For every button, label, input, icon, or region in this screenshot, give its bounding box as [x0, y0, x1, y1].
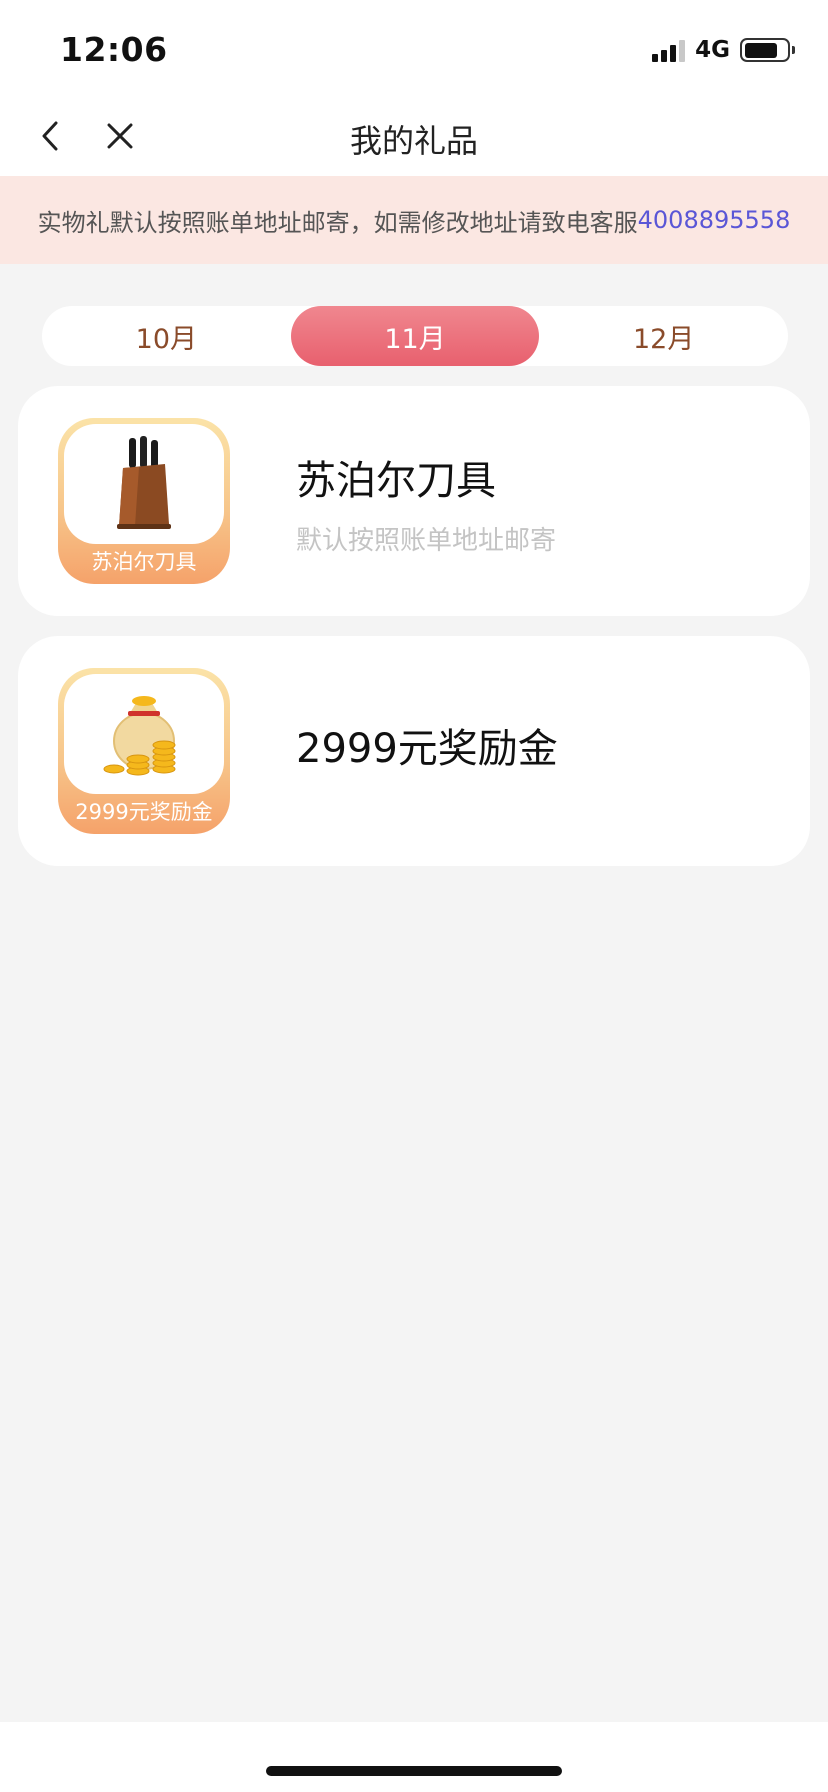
gift-name: 苏泊尔刀具 — [296, 458, 496, 504]
status-bar: 12:06 4G — [0, 0, 828, 96]
battery-icon — [740, 38, 795, 62]
gift-thumbnail: 苏泊尔刀具 — [58, 418, 230, 584]
gift-thumb-label: 苏泊尔刀具 — [91, 550, 197, 574]
tab-october[interactable]: 10月 — [42, 306, 291, 366]
coin-bag-icon — [103, 696, 176, 776]
gift-card[interactable]: 2999元奖励金 2999元奖励金 — [18, 636, 810, 866]
tab-november[interactable]: 11月 — [290, 306, 540, 366]
knife-set-icon — [117, 436, 171, 529]
gift-card[interactable]: 苏泊尔刀具 苏泊尔刀具 默认按照账单地址邮寄 — [18, 386, 810, 616]
tab-december[interactable]: 12月 — [539, 306, 788, 366]
month-tabs: 10月 11月 12月 — [42, 306, 788, 366]
shipping-notice: 实物礼默认按照账单地址邮寄，如需修改地址请致电客服 4008895558 — [0, 176, 828, 264]
gift-shipping-note: 默认按照账单地址邮寄 — [296, 526, 557, 556]
network-type: 4G — [695, 37, 730, 63]
status-time: 12:06 — [60, 30, 168, 69]
notice-text: 实物礼默认按照账单地址邮寄，如需修改地址请致电客服 — [37, 208, 638, 237]
gift-thumb-label: 2999元奖励金 — [75, 800, 213, 824]
service-phone-link[interactable]: 4008895558 — [638, 206, 791, 234]
gift-thumbnail: 2999元奖励金 — [58, 668, 230, 834]
nav-bar: 我的礼品 — [0, 96, 828, 176]
gift-name: 2999元奖励金 — [296, 726, 558, 772]
signal-icon — [652, 38, 686, 62]
status-indicators: 4G — [652, 36, 795, 64]
home-bar-area — [0, 1722, 828, 1792]
page-title: 我的礼品 — [349, 122, 478, 160]
home-indicator[interactable] — [266, 1766, 562, 1776]
